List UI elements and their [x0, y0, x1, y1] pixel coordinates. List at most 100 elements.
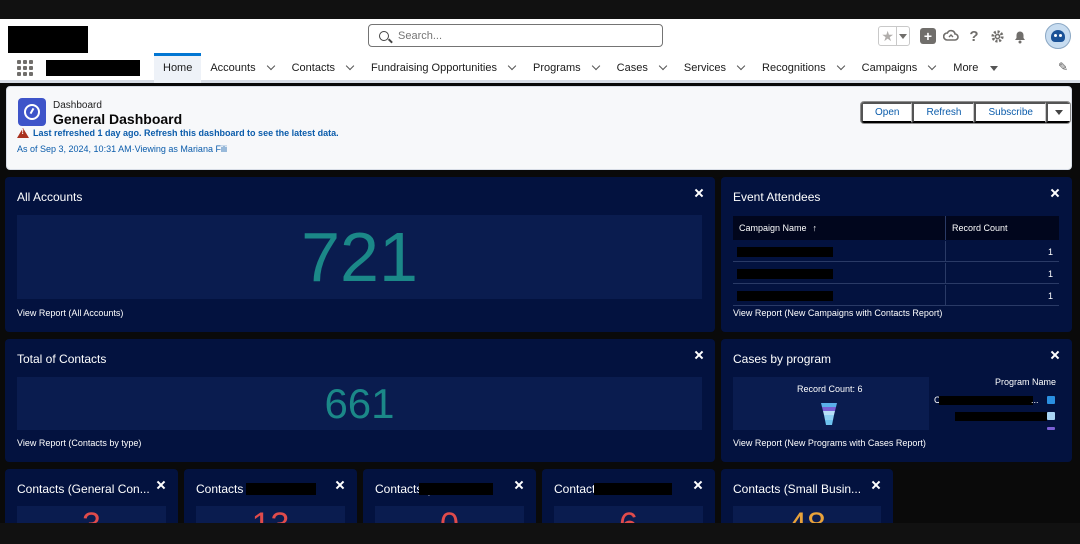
metric-area[interactable]: 661 — [17, 377, 702, 430]
dashboard-actions: Open Refresh Subscribe — [860, 101, 1071, 124]
title-redacted — [246, 483, 316, 495]
legend-title: Program Name — [995, 377, 1057, 387]
page-title: General Dashboard — [53, 111, 183, 127]
tab-fundraising-opportunities[interactable]: Fundraising Opportunities — [362, 53, 524, 83]
refresh-warning: Last refreshed 1 day ago. Refresh this d… — [17, 128, 339, 138]
funnel-segment[interactable] — [823, 411, 835, 415]
card-title: Total of Contacts — [17, 352, 107, 366]
chevron-down-icon[interactable] — [736, 61, 746, 71]
funnel-chart[interactable] — [821, 403, 837, 425]
expand-icon[interactable] — [156, 480, 166, 490]
redacted-text — [737, 268, 833, 279]
chevron-down-icon[interactable] — [836, 61, 845, 71]
expand-icon[interactable] — [335, 480, 345, 490]
tab-cases[interactable]: Cases — [608, 53, 675, 83]
campaign-name-cell[interactable] — [733, 241, 946, 262]
table-row[interactable]: 1 — [733, 241, 1059, 262]
view-report-link[interactable]: View Report (All Accounts) — [17, 308, 123, 318]
tab-home[interactable]: Home — [154, 53, 202, 83]
warning-icon — [17, 128, 29, 138]
campaign-name-cell[interactable] — [733, 285, 946, 306]
refresh-button[interactable]: Refresh — [912, 102, 975, 123]
tab-label: Home — [163, 62, 193, 74]
tab-label: Accounts — [210, 62, 256, 74]
open-button[interactable]: Open — [861, 102, 913, 123]
favorites-group[interactable]: ★ — [878, 26, 910, 46]
funnel-segment[interactable] — [821, 403, 837, 407]
card-title: Contacts (Small Busin... — [733, 482, 862, 496]
global-search[interactable] — [368, 24, 663, 47]
legend-ellipsis: ... — [1031, 395, 1039, 405]
org-logo-redacted[interactable] — [8, 26, 88, 53]
chevron-down-icon[interactable] — [591, 61, 600, 71]
chevron-down-icon[interactable] — [658, 61, 668, 71]
funnel-segment[interactable] — [822, 407, 836, 411]
record-count-cell: 1 — [1047, 268, 1053, 279]
legend-swatch[interactable] — [1047, 396, 1055, 404]
star-icon[interactable]: ★ — [879, 27, 896, 45]
view-report-link[interactable]: View Report (New Programs with Cases Rep… — [733, 438, 926, 448]
table-row[interactable]: 1 — [733, 263, 1059, 284]
tab-more[interactable]: More — [944, 53, 1007, 83]
card-contacts-2: Contacts 13 — [184, 469, 357, 529]
funnel-segment[interactable] — [825, 420, 833, 425]
redacted-text — [737, 290, 833, 301]
gear-icon[interactable] — [989, 28, 1005, 44]
tab-recognitions[interactable]: Recognitions — [753, 53, 853, 83]
card-title: Event Attendees — [733, 190, 821, 204]
chevron-down-icon[interactable] — [266, 61, 275, 71]
tab-campaigns[interactable]: Campaigns — [853, 53, 945, 83]
legend-swatch[interactable] — [1047, 427, 1055, 430]
more-actions-button[interactable] — [1045, 102, 1070, 123]
chevron-down-icon[interactable] — [507, 61, 517, 71]
legend-item-redacted — [939, 396, 1033, 405]
expand-icon[interactable] — [694, 188, 704, 198]
caret-down-icon — [899, 33, 908, 39]
record-count-cell: 1 — [1047, 246, 1053, 257]
app-nav-bar: Home Accounts Contacts Fundraising Opportun… — [0, 53, 1080, 83]
search-input[interactable] — [398, 29, 638, 42]
view-report-link[interactable]: View Report (New Campaigns with Contacts… — [733, 308, 942, 318]
chevron-down-icon[interactable] — [345, 61, 355, 71]
bell-icon[interactable] — [1012, 28, 1028, 44]
tab-programs[interactable]: Programs — [524, 53, 608, 83]
expand-icon[interactable] — [514, 480, 524, 490]
expand-icon[interactable] — [1050, 188, 1060, 198]
tab-contacts[interactable]: Contacts — [283, 53, 362, 83]
table-row[interactable]: 1 — [733, 285, 1059, 306]
expand-icon[interactable] — [871, 480, 881, 490]
favorites-dropdown[interactable] — [896, 27, 909, 45]
card-total-contacts: Total of Contacts 661 View Report (Conta… — [5, 339, 715, 462]
campaign-name-cell[interactable] — [733, 263, 946, 284]
expand-icon[interactable] — [1050, 350, 1060, 360]
header-icons: ★ + ? — [878, 23, 1071, 49]
user-avatar[interactable] — [1045, 23, 1071, 49]
subscribe-button[interactable]: Subscribe — [974, 102, 1046, 123]
expand-icon[interactable] — [693, 480, 703, 490]
funnel-segment[interactable] — [824, 415, 834, 420]
legend-swatch[interactable] — [1047, 412, 1055, 420]
column-header-record-count[interactable]: Record Count — [946, 216, 1059, 240]
card-title: Contacts — [196, 482, 244, 496]
card-contacts-5: Contacts (Small Busin... 48 — [721, 469, 893, 529]
metric-area[interactable]: 721 — [17, 215, 702, 299]
column-header-campaign-name[interactable]: Campaign Name ↑ — [733, 216, 946, 240]
plus-icon[interactable]: + — [920, 28, 936, 44]
cloud-icon[interactable] — [943, 28, 959, 44]
chevron-down-icon[interactable] — [928, 61, 937, 71]
tab-services[interactable]: Services — [675, 53, 753, 83]
chevron-down-icon[interactable] — [990, 65, 999, 71]
expand-icon[interactable] — [694, 350, 704, 360]
caret-down-icon — [1054, 110, 1063, 115]
legend-item-redacted — [955, 412, 1047, 421]
card-all-accounts: All Accounts 721 View Report (All Accoun… — [5, 177, 715, 332]
view-report-link[interactable]: View Report (Contacts by type) — [17, 438, 141, 448]
help-icon[interactable]: ? — [966, 28, 982, 45]
tab-label: Contacts — [291, 62, 336, 74]
title-redacted — [419, 483, 493, 495]
tab-accounts[interactable]: Accounts — [201, 53, 282, 83]
table-header: Campaign Name ↑ Record Count — [733, 216, 1059, 240]
app-launcher-icon[interactable] — [17, 60, 33, 76]
edit-nav-pencil-icon[interactable]: ✎ — [1058, 61, 1070, 73]
title-redacted — [594, 483, 672, 495]
